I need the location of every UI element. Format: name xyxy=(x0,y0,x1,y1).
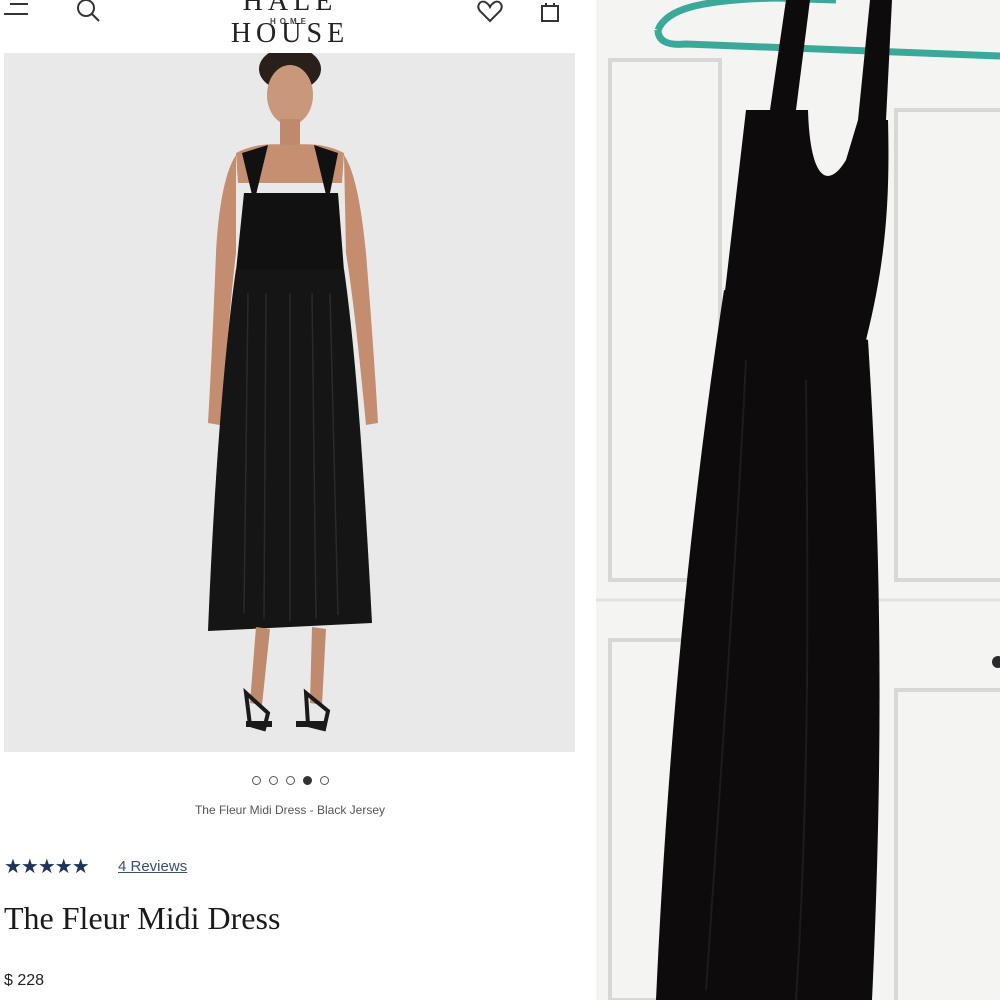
image-caption: The Fleur Midi Dress - Black Jersey xyxy=(194,803,386,817)
model-in-dress-image xyxy=(4,53,575,752)
search-icon[interactable] xyxy=(74,0,102,24)
bag-icon[interactable] xyxy=(538,0,564,26)
menu-icon[interactable] xyxy=(2,0,32,20)
gallery-dot[interactable] xyxy=(285,776,295,785)
heart-icon[interactable] xyxy=(476,0,504,24)
gallery-dot[interactable] xyxy=(268,776,278,785)
rating-stars: ★★★★★ xyxy=(4,856,90,878)
gallery-dot-active[interactable] xyxy=(302,776,312,785)
dress-on-door-image xyxy=(596,0,1000,1000)
gallery-dot[interactable] xyxy=(251,776,261,785)
gallery-pagination xyxy=(232,776,348,790)
product-photo[interactable] xyxy=(4,53,575,752)
site-header: HALE HOUSE HOME xyxy=(0,0,596,52)
brand-subtitle: HOME xyxy=(270,17,310,26)
hanging-dress-photo xyxy=(596,0,1000,1000)
reviews-link[interactable]: 4 Reviews xyxy=(118,858,187,875)
product-page-screenshot: HALE HOUSE HOME The Fleur Midi Dress - B… xyxy=(0,0,596,1000)
gallery-dot[interactable] xyxy=(319,776,329,785)
product-price: $ 228 xyxy=(4,972,45,989)
product-title: The Fleur Midi Dress xyxy=(4,900,281,936)
